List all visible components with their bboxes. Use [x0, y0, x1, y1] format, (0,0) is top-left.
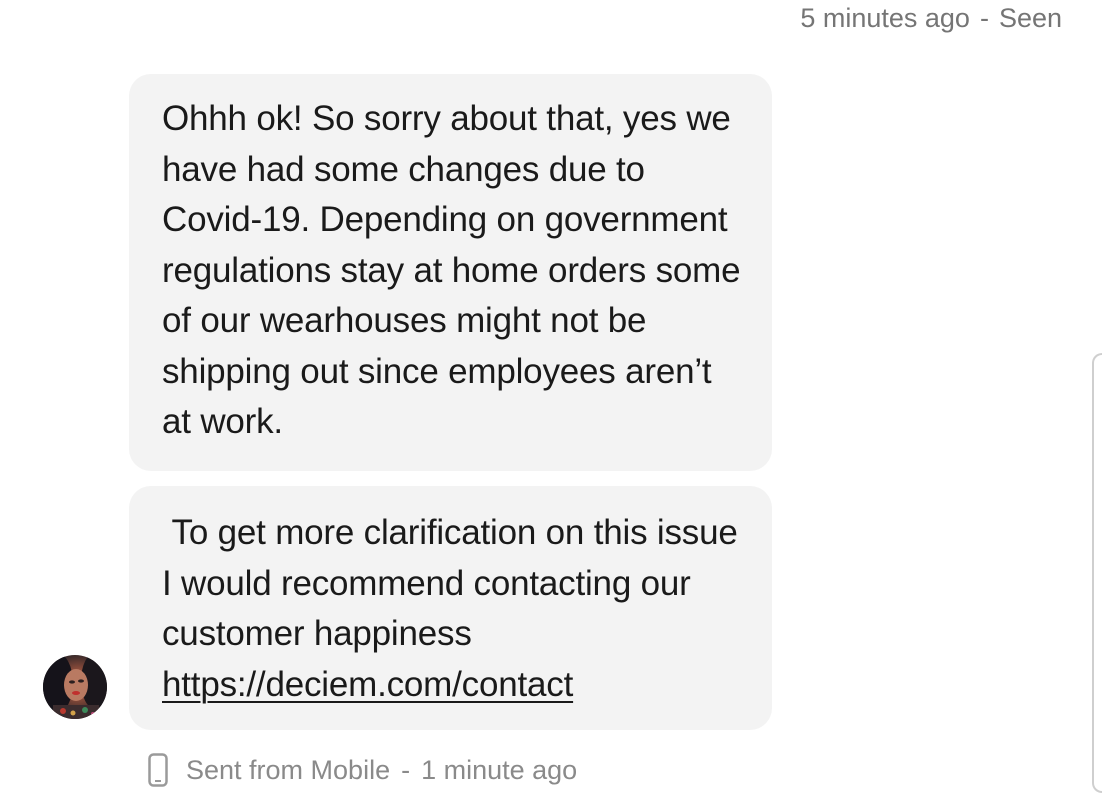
conversation-view: 5 minutes ago - Seen Ohhh ok! So sorry abo…	[0, 0, 1102, 800]
status-time: 5 minutes ago	[800, 3, 970, 33]
side-panel-edge	[1092, 353, 1102, 793]
status-separator: -	[979, 3, 989, 33]
sent-time: 1 minute ago	[421, 754, 578, 785]
contact-link[interactable]: https://deciem.com/contact	[162, 665, 573, 704]
avatar[interactable]	[43, 655, 107, 719]
message-status-header: 5 minutes ago - Seen	[800, 2, 1062, 34]
footer-separator: -	[401, 754, 411, 785]
avatar-image	[43, 655, 107, 719]
sent-source: Sent from Mobile	[186, 754, 391, 785]
mobile-phone-icon	[148, 753, 168, 787]
message-text: To get more clarification on this issue …	[162, 513, 748, 653]
message-bubble[interactable]: Ohhh ok! So sorry about that, yes we hav…	[129, 74, 772, 471]
message-text: Ohhh ok! So sorry about that, yes we hav…	[162, 99, 741, 441]
message-footer: Sent from Mobile -1 minute ago	[148, 750, 577, 790]
message-bubble[interactable]: To get more clarification on this issue …	[129, 486, 772, 730]
seen-status: Seen	[998, 3, 1062, 33]
